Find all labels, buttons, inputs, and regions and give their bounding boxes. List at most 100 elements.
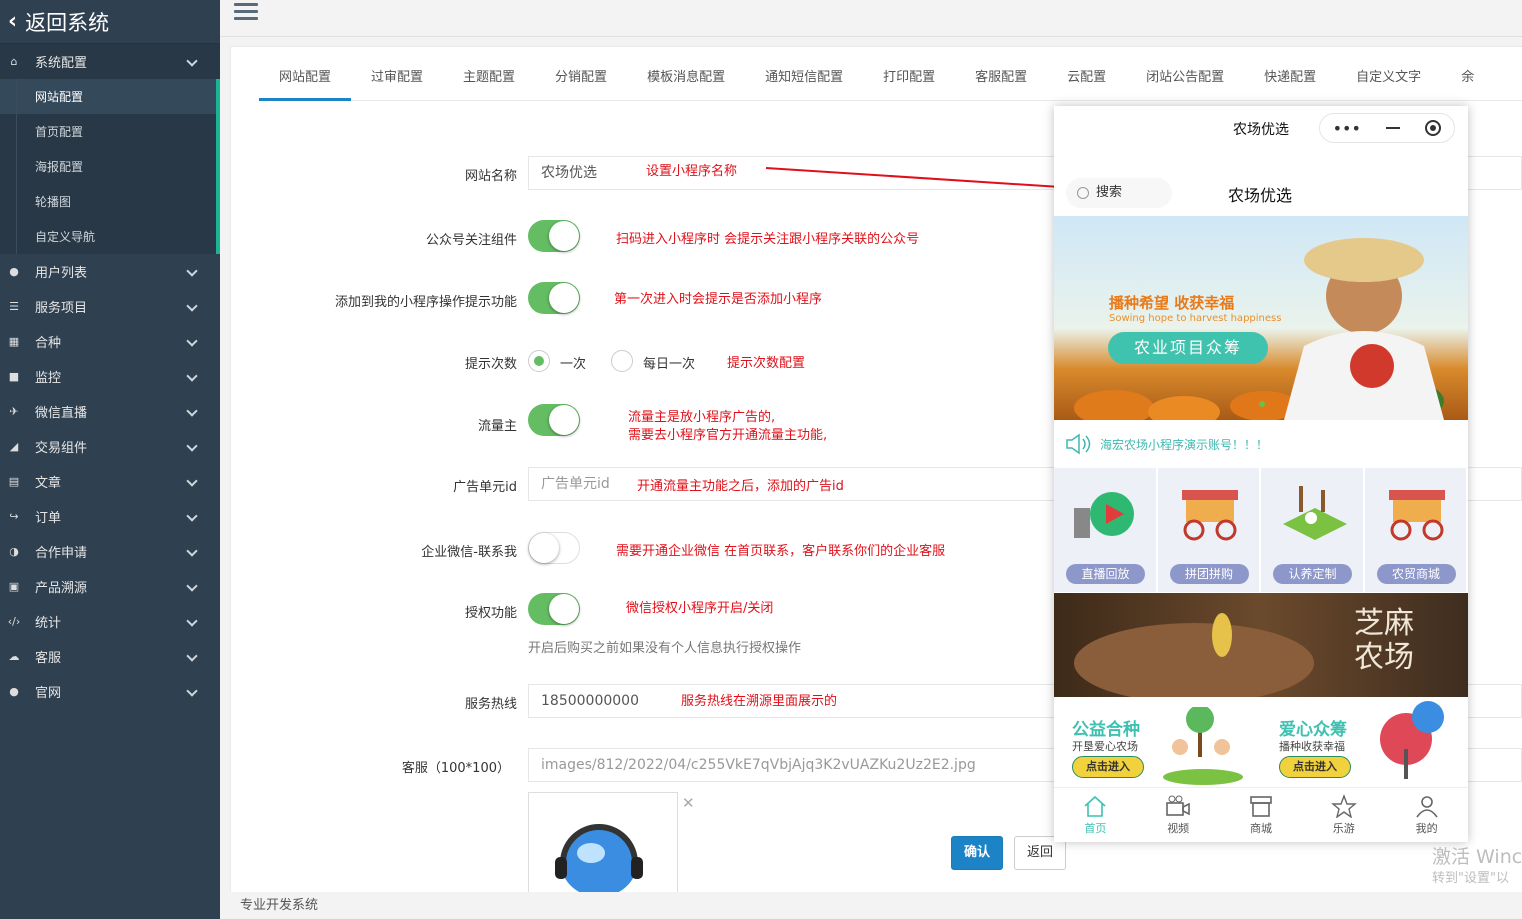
close-target-icon[interactable]	[1425, 120, 1442, 136]
mini-program-preview: 农场优选 ••• 搜索 农场优选 播种希望 收获幸福 Sowing hope t…	[1054, 106, 1468, 842]
add-prompt-note: 第一次进入时会提示是否添加小程序	[614, 292, 823, 307]
promo-right-button[interactable]: 点击进入	[1279, 756, 1351, 778]
back-to-system-link[interactable]: ‹ 返回系统	[0, 0, 220, 44]
sidebar-group-articles[interactable]: ▤ 文章	[0, 464, 220, 499]
sidebar-group-orders[interactable]: ↪ 订单	[0, 499, 220, 534]
traffic-owner-toggle[interactable]	[528, 404, 580, 436]
sidebar-group-system-config[interactable]: ⌂ 系统配置	[0, 44, 220, 79]
phone-tab-mine[interactable]: 我的	[1385, 788, 1468, 842]
capsule-menu[interactable]: •••	[1319, 113, 1455, 143]
sidebar-group-label: 客服	[35, 651, 62, 666]
tab-template-msg-config[interactable]: 模板消息配置	[627, 59, 745, 101]
follow-component-toggle[interactable]	[528, 220, 580, 252]
ad-unit-label: 广告单元id	[453, 480, 517, 495]
phone-feature-grid: 直播回放 拼团拼购 认养定制 农贸商城	[1054, 468, 1468, 592]
prompt-daily-label: 每日一次	[643, 357, 696, 372]
grid-label: 农贸商城	[1376, 564, 1456, 584]
promo-left-button[interactable]: 点击进入	[1072, 756, 1144, 778]
plane-icon: ✈	[9, 405, 19, 418]
service-image-preview	[528, 792, 678, 902]
tab-theme-config[interactable]: 主题配置	[443, 59, 535, 101]
sidebar-item-custom-nav[interactable]: 自定义导航	[0, 219, 216, 254]
sidebar-group-label: 用户列表	[35, 266, 88, 281]
add-prompt-toggle[interactable]	[528, 282, 580, 314]
tab-service-config[interactable]: 客服配置	[955, 59, 1047, 101]
sesame-title-1: 芝麻	[1354, 606, 1414, 641]
site-name-note: 设置小程序名称	[646, 164, 738, 179]
sidebar-group-label: 统计	[35, 616, 62, 631]
wecom-contact-toggle[interactable]	[528, 532, 580, 564]
grid-item-adoption[interactable]: 认养定制	[1261, 468, 1365, 592]
phone-banner[interactable]: 播种希望 收获幸福 Sowing hope to harvest happine…	[1054, 216, 1468, 420]
sidebar-item-site-config[interactable]: 网站配置	[0, 79, 216, 114]
sidebar-group-joint-planting[interactable]: ▦ 合种	[0, 324, 220, 359]
grid-item-market[interactable]: 农贸商城	[1364, 468, 1468, 592]
cart-stall-icon	[1181, 490, 1238, 541]
remove-image-icon[interactable]: ✕	[682, 794, 695, 812]
hotline-note: 服务热线在溯源里面展示的	[681, 694, 838, 709]
market-stall-icon	[1388, 490, 1445, 541]
sidebar-group-trade-component[interactable]: ◢ 交易组件	[0, 429, 220, 464]
tab-label: 乐游	[1332, 822, 1355, 835]
comments-icon: ☁	[8, 650, 20, 663]
prompt-daily-radio[interactable]	[611, 350, 633, 372]
tab-label: 视频	[1167, 822, 1190, 835]
menu-toggle-icon[interactable]	[234, 3, 258, 23]
authorize-toggle[interactable]	[528, 593, 580, 625]
sidebar-group-traceability[interactable]: ▣ 产品溯源	[0, 569, 220, 604]
sidebar-group-wechat-live[interactable]: ✈ 微信直播	[0, 394, 220, 429]
chevron-down-icon	[186, 265, 198, 277]
sidebar-group-cooperation[interactable]: ◑ 合作申请	[0, 534, 220, 569]
chevron-down-icon	[186, 580, 198, 592]
store-icon	[1250, 796, 1272, 817]
tab-closure-notice-config[interactable]: 闭站公告配置	[1126, 59, 1244, 101]
chevron-down-icon	[186, 650, 198, 662]
wecom-contact-label: 企业微信-联系我	[421, 545, 517, 560]
grid-item-group-buy[interactable]: 拼团拼购	[1157, 468, 1261, 592]
prompt-once-radio[interactable]	[528, 350, 550, 372]
sidebar-group-official-site[interactable]: ● 官网	[0, 674, 220, 709]
tab-custom-text[interactable]: 自定义文字	[1336, 59, 1441, 101]
tab-more[interactable]: 余	[1441, 59, 1494, 101]
sidebar-group-monitor[interactable]: ■ 监控	[0, 359, 220, 394]
chevron-left-icon: ‹	[8, 9, 18, 34]
sidebar-group-services[interactable]: ☰ 服务项目	[0, 289, 220, 324]
phone-search-input[interactable]: 搜索	[1066, 178, 1172, 208]
sidebar-item-carousel[interactable]: 轮播图	[0, 184, 216, 219]
sidebar-item-poster-config[interactable]: 海报配置	[0, 149, 216, 184]
prompt-once-label: 一次	[560, 357, 587, 372]
wecom-contact-note: 需要开通企业微信 在首页联系，客户联系你们的企业客服	[616, 544, 946, 559]
tab-sms-config[interactable]: 通知短信配置	[745, 59, 863, 101]
tab-express-config[interactable]: 快递配置	[1244, 59, 1336, 101]
site-name-label: 网站名称	[464, 169, 517, 184]
sidebar-group-statistics[interactable]: ‹/› 统计	[0, 604, 220, 639]
confirm-button[interactable]: 确认	[951, 836, 1004, 870]
sidebar-group-users[interactable]: ● 用户列表	[0, 254, 220, 289]
phone-tab-leisure[interactable]: 乐游	[1302, 788, 1385, 842]
sidebar-group-customer-service[interactable]: ☁ 客服	[0, 639, 220, 674]
phone-tab-video[interactable]: 视频	[1137, 788, 1220, 842]
phone-tab-home[interactable]: 首页	[1054, 788, 1137, 842]
tab-print-config[interactable]: 打印配置	[863, 59, 955, 101]
more-dots-icon[interactable]: •••	[1333, 119, 1361, 138]
tab-cloud-config[interactable]: 云配置	[1047, 59, 1126, 101]
phone-promo-section: 公益合种 开垦爱心农场 点击进入 爱心众筹 播种收获幸福 点击进入	[1054, 699, 1468, 787]
tab-label: 我的	[1415, 822, 1438, 835]
traffic-owner-note-1: 流量主是放小程序广告的,	[628, 410, 776, 425]
phone-tab-mall[interactable]: 商城	[1220, 788, 1303, 842]
sesame-farm-banner[interactable]: 芝麻 农场	[1054, 593, 1468, 697]
sidebar-item-home-config[interactable]: 首页配置	[0, 114, 216, 149]
prompt-count-note: 提示次数配置	[727, 356, 806, 371]
minimize-icon[interactable]	[1386, 127, 1401, 129]
follow-component-label: 公众号关注组件	[425, 233, 517, 248]
tab-distribution-config[interactable]: 分销配置	[535, 59, 627, 101]
sidebar-group-label: 微信直播	[35, 406, 88, 421]
tab-site-config[interactable]: 网站配置	[259, 59, 352, 101]
sidebar-group-label: 产品溯源	[35, 581, 88, 596]
video-camera-icon	[1166, 795, 1190, 816]
tab-review-config[interactable]: 过审配置	[351, 59, 443, 101]
banner-pill[interactable]: 农业项目众筹	[1108, 332, 1268, 364]
tab-label: 首页	[1084, 822, 1107, 835]
grid-item-live-replay[interactable]: 直播回放	[1054, 468, 1158, 592]
chevron-down-icon	[186, 55, 198, 67]
